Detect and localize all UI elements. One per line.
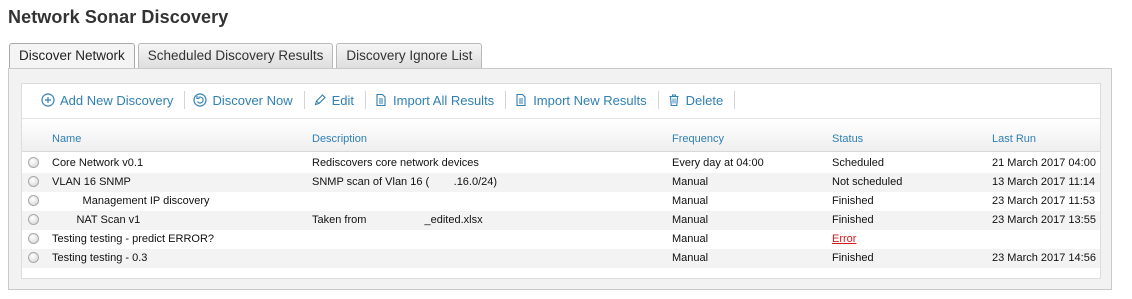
column-header-description[interactable]: Description [312,133,367,145]
edit-button[interactable]: Edit [311,90,361,110]
toolbar-divider [657,91,659,109]
add-new-discovery-label: Add New Discovery [60,92,174,108]
table-row[interactable]: Testing testing - 0.3 Manual Finished 23… [22,249,1100,268]
table-row[interactable]: NAT Scan v1 Taken from _edited.xlsx Manu… [22,211,1100,230]
row-frequency: Manual [672,195,709,207]
import-all-icon [376,93,386,107]
edit-label: Edit [331,92,355,108]
tab-scheduled-discovery-results[interactable]: Scheduled Discovery Results [137,43,334,68]
row-select-radio[interactable] [28,214,39,225]
table-row[interactable]: Testing testing - predict ERROR? Manual … [22,230,1100,249]
column-header-status[interactable]: Status [832,133,863,145]
row-select-radio[interactable] [28,157,39,168]
row-last-run: 23 March 2017 14:56 [992,252,1096,264]
toolbar: Add New Discovery Discover Now Edit Impo… [22,88,1100,112]
discover-now-icon [193,93,208,107]
row-select-radio[interactable] [28,233,39,244]
delete-icon [669,94,679,107]
row-status: Finished [832,214,874,226]
row-last-run: 23 March 2017 13:55 [992,214,1096,226]
row-description: Rediscovers core network devices [312,157,479,169]
table-row[interactable]: VLAN 16 SNMP SNMP scan of Vlan 16 ( .16.… [22,173,1100,192]
row-last-run: 21 March 2017 04:00 [992,157,1096,169]
delete-label: Delete [685,92,724,108]
row-select-radio[interactable] [28,176,39,187]
toolbar-divider [303,91,305,109]
table-row[interactable]: Management IP discovery Manual Finished … [22,192,1100,211]
table-body: Core Network v0.1 Rediscovers core netwo… [22,154,1100,268]
row-description: SNMP scan of Vlan 16 ( .16.0/24) [312,176,498,188]
import-new-results-label: Import New Results [533,92,647,108]
add-icon [41,93,55,107]
row-frequency: Manual [672,176,709,188]
row-name: Testing testing - 0.3 [52,252,148,264]
row-status: Finished [832,195,874,207]
tab-bar: Discover Network Scheduled Discovery Res… [9,43,485,69]
column-header-frequency[interactable]: Frequency [672,133,724,145]
row-frequency: Manual [672,233,709,245]
discover-now-button[interactable]: Discover Now [191,90,299,110]
row-name: Management IP discovery [52,195,210,207]
import-new-icon [516,93,526,107]
row-name: NAT Scan v1 [52,214,141,226]
import-all-results-label: Import All Results [393,92,495,108]
column-header-name[interactable]: Name [52,133,81,145]
row-status: Scheduled [832,157,884,169]
row-frequency: Every day at 04:00 [672,157,764,169]
row-last-run: 23 March 2017 11:53 [992,195,1096,207]
toolbar-divider [734,91,736,109]
row-status-error-link[interactable]: Error [832,233,856,245]
row-last-run: 13 March 2017 11:14 [992,176,1096,188]
row-frequency: Manual [672,214,709,226]
table-row[interactable]: Core Network v0.1 Rediscovers core netwo… [22,154,1100,173]
import-new-results-button[interactable]: Import New Results [512,90,653,110]
toolbar-divider [365,91,367,109]
column-header-last-run[interactable]: Last Run [992,133,1036,145]
import-all-results-button[interactable]: Import All Results [372,90,501,110]
edit-icon [314,94,326,106]
row-status: Finished [832,252,874,264]
row-select-radio[interactable] [28,252,39,263]
discovery-grid: Add New Discovery Discover Now Edit Impo… [21,83,1101,279]
row-status: Not scheduled [832,176,903,188]
toolbar-divider [505,91,507,109]
row-name: Core Network v0.1 [52,157,144,169]
tab-discovery-ignore-list[interactable]: Discovery Ignore List [336,43,483,68]
row-description: Taken from _edited.xlsx [312,214,483,226]
row-name: Testing testing - predict ERROR? [52,233,215,245]
add-new-discovery-button[interactable]: Add New Discovery [39,90,180,110]
row-frequency: Manual [672,252,709,264]
page-title: Network Sonar Discovery [8,7,229,27]
tab-discover-network[interactable]: Discover Network [9,43,135,69]
toolbar-divider [184,91,186,109]
delete-button[interactable]: Delete [665,90,731,110]
discover-network-panel: Add New Discovery Discover Now Edit Impo… [8,68,1112,290]
row-select-radio[interactable] [28,195,39,206]
row-name: VLAN 16 SNMP [52,176,131,188]
table-header: Name Description Frequency Status Last R… [22,118,1100,152]
discover-now-label: Discover Now [212,92,293,108]
